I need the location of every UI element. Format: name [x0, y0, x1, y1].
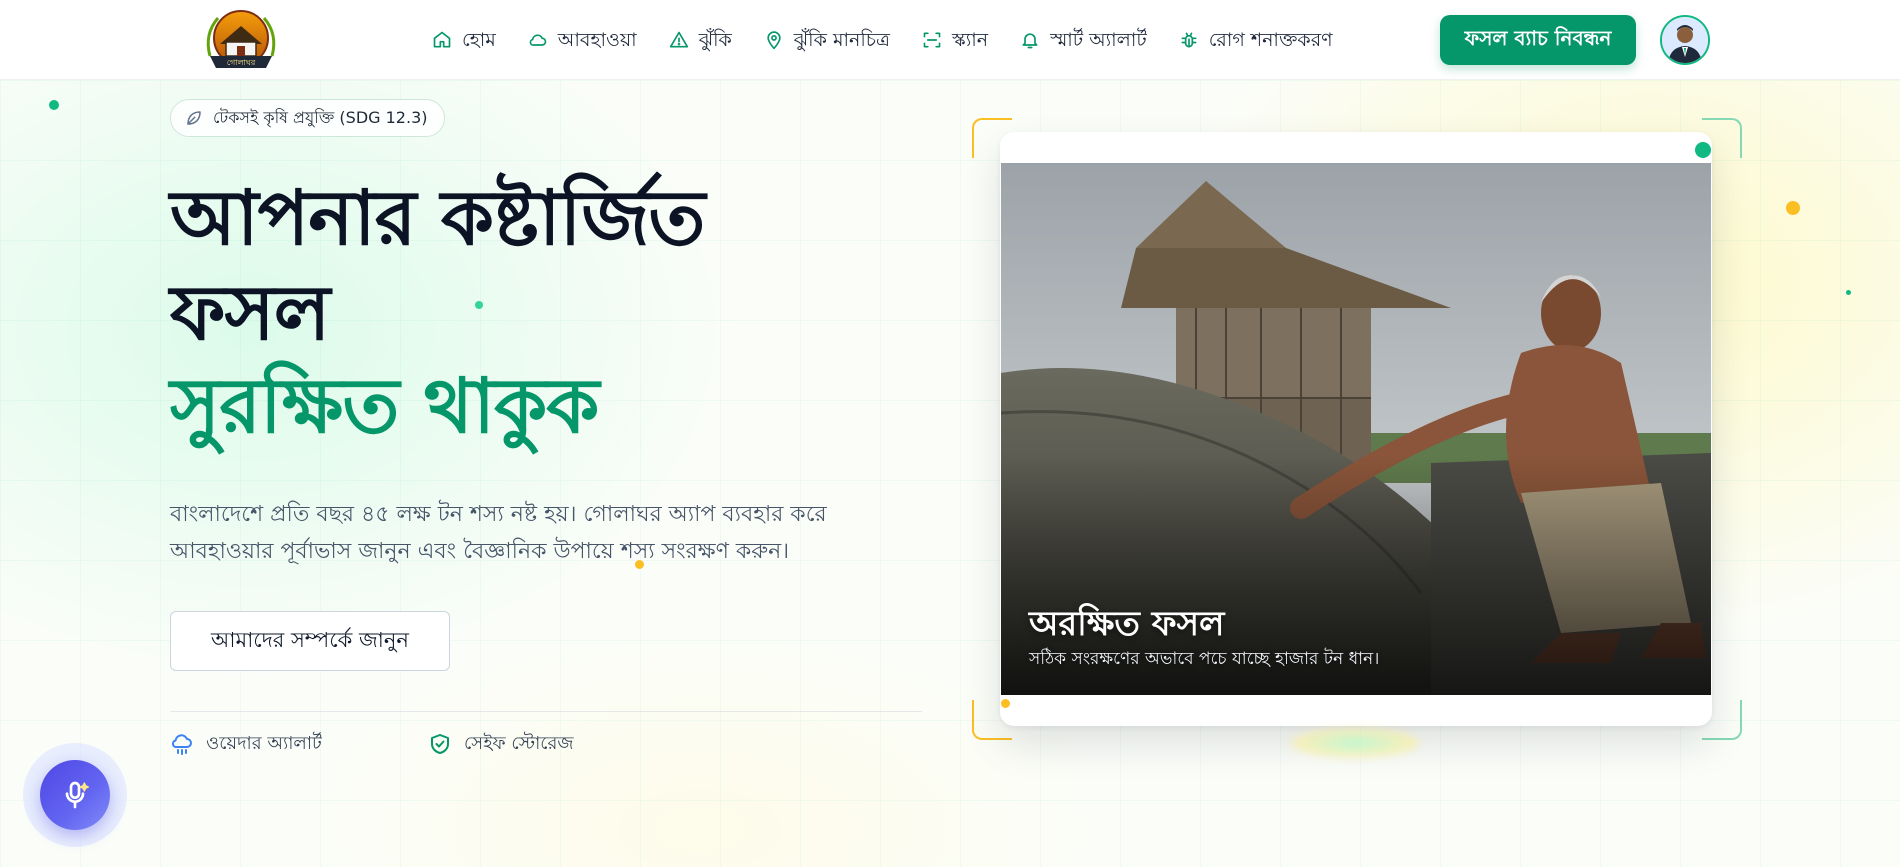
warning-icon [669, 31, 688, 48]
decor-dot-green [1695, 142, 1711, 158]
bug-icon [1181, 32, 1197, 48]
hero-title-line2: ফসল [170, 268, 330, 357]
golaghor-logo[interactable]: গোলাঘর [196, 4, 286, 76]
shield-check-icon [431, 734, 449, 754]
scan-icon [923, 32, 941, 48]
nav-scan-label: স্ক্যান [952, 29, 989, 51]
nav-weather[interactable]: আবহাওয়া [528, 20, 637, 60]
nav-risk-map[interactable]: ঝুঁকি মানচিত্র [764, 20, 890, 60]
user-avatar[interactable] [1660, 15, 1710, 65]
voice-assistant-button[interactable] [40, 760, 110, 830]
nav-disease-label: রোগ শনাক্তকরণ [1208, 29, 1333, 51]
logo-text: গোলাঘর [227, 58, 256, 67]
hero-description-line1: বাংলাদেশে প্রতি বছর ৪৫ লক্ষ টন শস্য নষ্ট… [170, 502, 827, 527]
main-nav: হোম আবহাওয়া ঝুঁকি ঝুঁকি মানচিত্র স্ক্যা… [432, 0, 1365, 80]
nav-smart-alert[interactable]: স্মার্ট অ্যালার্ট [1020, 20, 1147, 60]
cloud-rain-icon [171, 734, 192, 755]
feature-safe-storage-label: সেইফ স্টোরেজ [464, 732, 574, 754]
nav-smart-alert-label: স্মার্ট অ্যালার্ট [1050, 29, 1147, 51]
nav-home[interactable]: হোম [432, 20, 496, 60]
feature-weather-alert: ওয়েদার অ্যালার্ট [170, 731, 322, 757]
nav-disease-detection[interactable]: রোগ শনাক্তকরণ [1179, 20, 1333, 60]
home-icon [433, 31, 451, 48]
feature-safe-storage: সেইফ স্টোরেজ [428, 731, 574, 757]
nav-risk-label: ঝুঁকি [698, 29, 732, 51]
crop-batch-register-button[interactable]: ফসল ব্যাচ নিবন্ধন [1440, 15, 1636, 65]
nav-weather-label: আবহাওয়া [557, 29, 637, 51]
decor-dot-yellow [1001, 699, 1010, 708]
about-us-button[interactable]: আমাদের সম্পর্কে জানুন [170, 611, 450, 671]
cloud-icon [529, 34, 547, 46]
decor-dot-green [475, 301, 483, 309]
top-navbar: গোলাঘর হোম আবহাওয়া ঝুঁকি ঝুঁকি মানচিত্র… [0, 0, 1900, 80]
hero-description: বাংলাদেশে প্রতি বছর ৪৫ লক্ষ টন শস্য নষ্ট… [170, 496, 930, 570]
bell-icon [1022, 33, 1038, 49]
nav-risk-map-label: ঝুঁকি মানচিত্র [793, 29, 890, 51]
microphone-icon [65, 781, 89, 809]
nav-risk[interactable]: ঝুঁকি [669, 20, 732, 60]
sdg-badge: টেকসই কৃষি প্রযুক্তি (SDG 12.3) [170, 99, 445, 137]
hero-description-line2: আবহাওয়ার পূর্বাভাস জানুন এবং বৈজ্ঞানিক … [170, 539, 790, 564]
sdg-badge-text: টেকসই কৃষি প্রযুক্তি (SDG 12.3) [213, 107, 428, 127]
decor-glow [1290, 728, 1420, 758]
hero-title-line1: আপনার কষ্টার্জিত [170, 173, 705, 262]
feature-weather-alert-label: ওয়েদার অ্যালার্ট [206, 732, 322, 754]
feature-divider [170, 711, 922, 712]
hero-title-line3: সুরক্ষিত থাকুক [170, 361, 599, 450]
leaf-icon [187, 111, 201, 125]
nav-home-label: হোম [462, 29, 496, 51]
decor-dot-green [1846, 290, 1851, 295]
map-pin-icon [767, 31, 781, 50]
decor-dot-green [49, 100, 59, 110]
nav-scan[interactable]: স্ক্যান [922, 20, 988, 60]
decor-dot-yellow [635, 560, 644, 569]
decor-dot-yellow [1786, 201, 1800, 215]
image-caption-subtitle: সঠিক সংরক্ষণের অভাবে পচে যাচ্ছে হাজার টন… [1029, 649, 1380, 669]
